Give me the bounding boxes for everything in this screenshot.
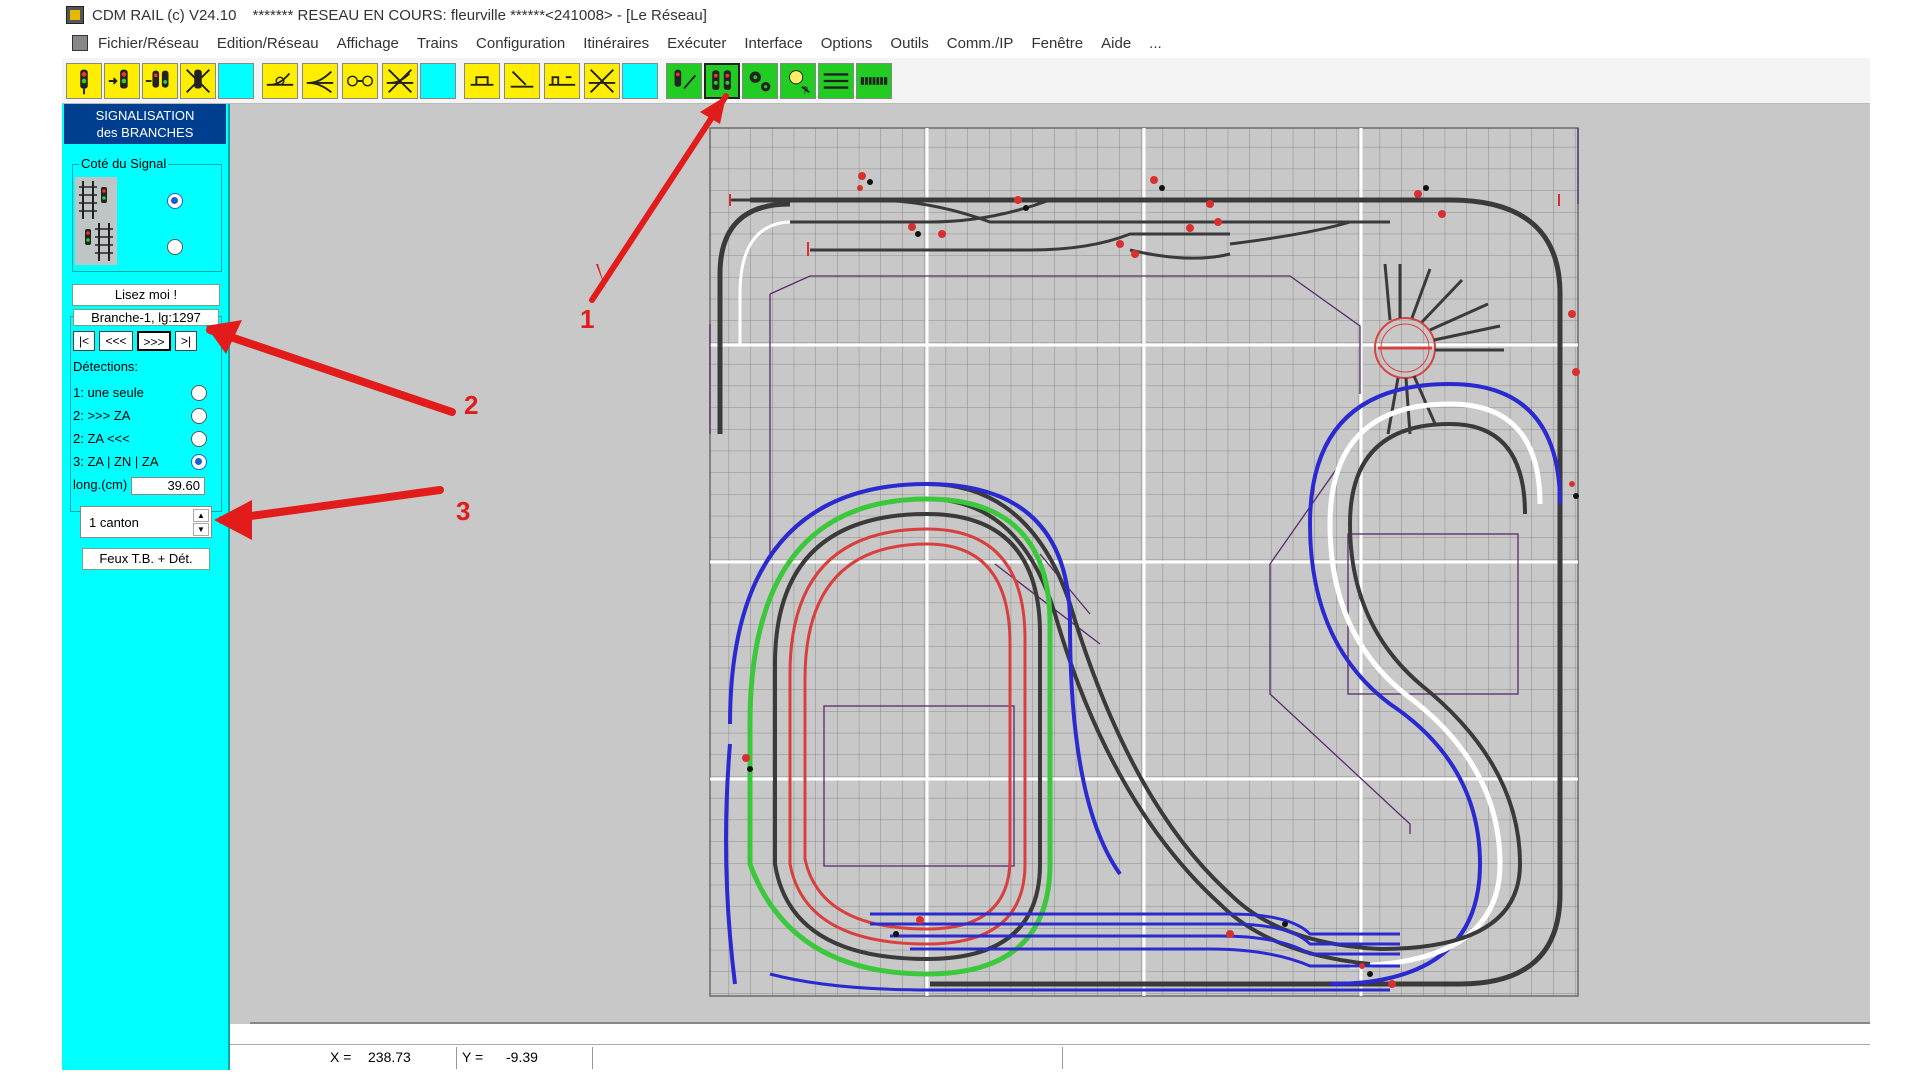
menu-bar: Fichier/Réseau Edition/Réseau Affichage … [62,30,1870,56]
status-bar: X = 238.73 Y = -9.39 [230,1044,1870,1070]
gears-icon[interactable] [742,63,778,99]
detection-option-4-radio[interactable] [191,454,207,470]
title-bar: CDM RAIL (c) V24.10 ******* RESEAU EN CO… [62,0,1870,30]
stepper-down-icon[interactable]: ▼ [193,523,209,536]
menu-more[interactable]: ... [1149,35,1162,52]
annotation-label-3: 3 [456,496,471,526]
menu-aide[interactable]: Aide [1101,35,1131,52]
signal-side-title: Coté du Signal [79,156,169,171]
layout-canvas[interactable] [230,104,1870,1024]
menu-trains[interactable]: Trains [417,35,458,52]
signal-arrow-icon[interactable] [104,63,140,99]
menu-fichier[interactable]: Fichier/Réseau [98,35,199,52]
branch-last-button[interactable]: >| [175,331,197,351]
detection-option-2-radio[interactable] [191,408,207,424]
menu-comm-ip[interactable]: Comm./IP [947,35,1014,52]
toolbar-spacer [420,63,456,99]
window-subtitle: ******* RESEAU EN COURS: fleurville ****… [252,6,707,24]
menu-options[interactable]: Options [821,35,873,52]
window-title: CDM RAIL (c) V24.10 [92,6,237,24]
detection-option-4-label: 3: ZA | ZN | ZA [73,454,159,469]
grid-bar-icon[interactable] [856,63,892,99]
signal-side-group: Coté du Signal [72,156,222,272]
stepper-up-icon[interactable]: ▲ [193,509,209,522]
menu-interface[interactable]: Interface [744,35,802,52]
length-input[interactable]: 39.60 [131,477,205,495]
status-separator [456,1047,457,1069]
detection-option-3-label: 2: ZA <<< [73,431,130,446]
y-coord-label: Y = [462,1049,484,1065]
x-coord-value: 238.73 [368,1049,411,1065]
signal-side-radio-1[interactable] [167,193,183,209]
toolbar-spacer [622,63,658,99]
signal-green-icon[interactable] [666,63,702,99]
annotation-label-2: 2 [464,390,479,420]
bumper-icon[interactable] [464,63,500,99]
detection-option-1-radio[interactable] [191,385,207,401]
bumper-pair-icon[interactable] [544,63,580,99]
detection-option-3-radio[interactable] [191,431,207,447]
horizontal-scrollbar[interactable] [250,1022,1870,1024]
panel-title-line1: SIGNALISATION [95,108,195,123]
menu-configuration[interactable]: Configuration [476,35,565,52]
branch-next-button[interactable]: >>> [137,331,171,351]
svg-text:?: ? [802,85,808,97]
app-icon [66,6,84,24]
menu-executer[interactable]: Exécuter [667,35,726,52]
branch-prev-button[interactable]: <<< [99,331,133,351]
lights-detection-button[interactable]: Feux T.B. + Dét. [82,548,210,570]
menu-itineraires[interactable]: Itinéraires [583,35,649,52]
branch-first-button[interactable]: |< [73,331,95,351]
signal-side-preview-icon [75,177,117,265]
signal-side-radio-2[interactable] [167,239,183,255]
branch-group: Branche-1, lg:1297 |< <<< >>> >| Détecti… [70,309,222,512]
query-icon[interactable]: ? [780,63,816,99]
panel-title-line2: des BRANCHES [96,125,194,140]
turnout-double-icon[interactable] [302,63,338,99]
menu-fenetre[interactable]: Fenêtre [1031,35,1083,52]
bumper-angle-icon[interactable] [504,63,540,99]
turnout-icon[interactable] [262,63,298,99]
x-coord-label: X = [330,1049,352,1065]
status-separator [1062,1047,1063,1069]
signal-single-icon[interactable] [66,63,102,99]
panel-header: SIGNALISATION des BRANCHES [64,104,226,144]
menu-edition[interactable]: Edition/Réseau [217,35,319,52]
branch-signal-panel: SIGNALISATION des BRANCHES Coté du Signa… [62,104,230,1070]
turnout-group-icon[interactable] [342,63,378,99]
menu-outils[interactable]: Outils [890,35,928,52]
toolbar: ? [62,58,1870,104]
status-separator [592,1047,593,1069]
track-layout-plan [709,127,1580,997]
lines-icon[interactable] [818,63,854,99]
branch-signal-icon[interactable] [704,63,740,99]
detection-option-1-label: 1: une seule [73,385,144,400]
detection-option-2-label: 2: >>> ZA [73,408,131,423]
toolbar-spacer [218,63,254,99]
canton-value: 1 canton [89,515,139,530]
signal-double-icon[interactable] [142,63,178,99]
canton-stepper[interactable]: 1 canton ▲ ▼ [80,506,212,538]
signal-cross-icon[interactable] [180,63,216,99]
length-label: long.(cm) [73,477,128,492]
detections-title: Détections: [73,359,139,374]
branch-nav: |< <<< >>> >| [71,331,221,351]
menu-affichage[interactable]: Affichage [337,35,399,52]
window-menu-icon[interactable] [72,35,88,51]
y-coord-value: -9.39 [506,1049,538,1065]
turnout-cross-icon[interactable] [382,63,418,99]
branch-title: Branche-1, lg:1297 [73,309,219,326]
annotation-label-1: 1 [580,304,595,334]
track-cross-icon[interactable] [584,63,620,99]
readme-button[interactable]: Lisez moi ! [72,284,220,306]
